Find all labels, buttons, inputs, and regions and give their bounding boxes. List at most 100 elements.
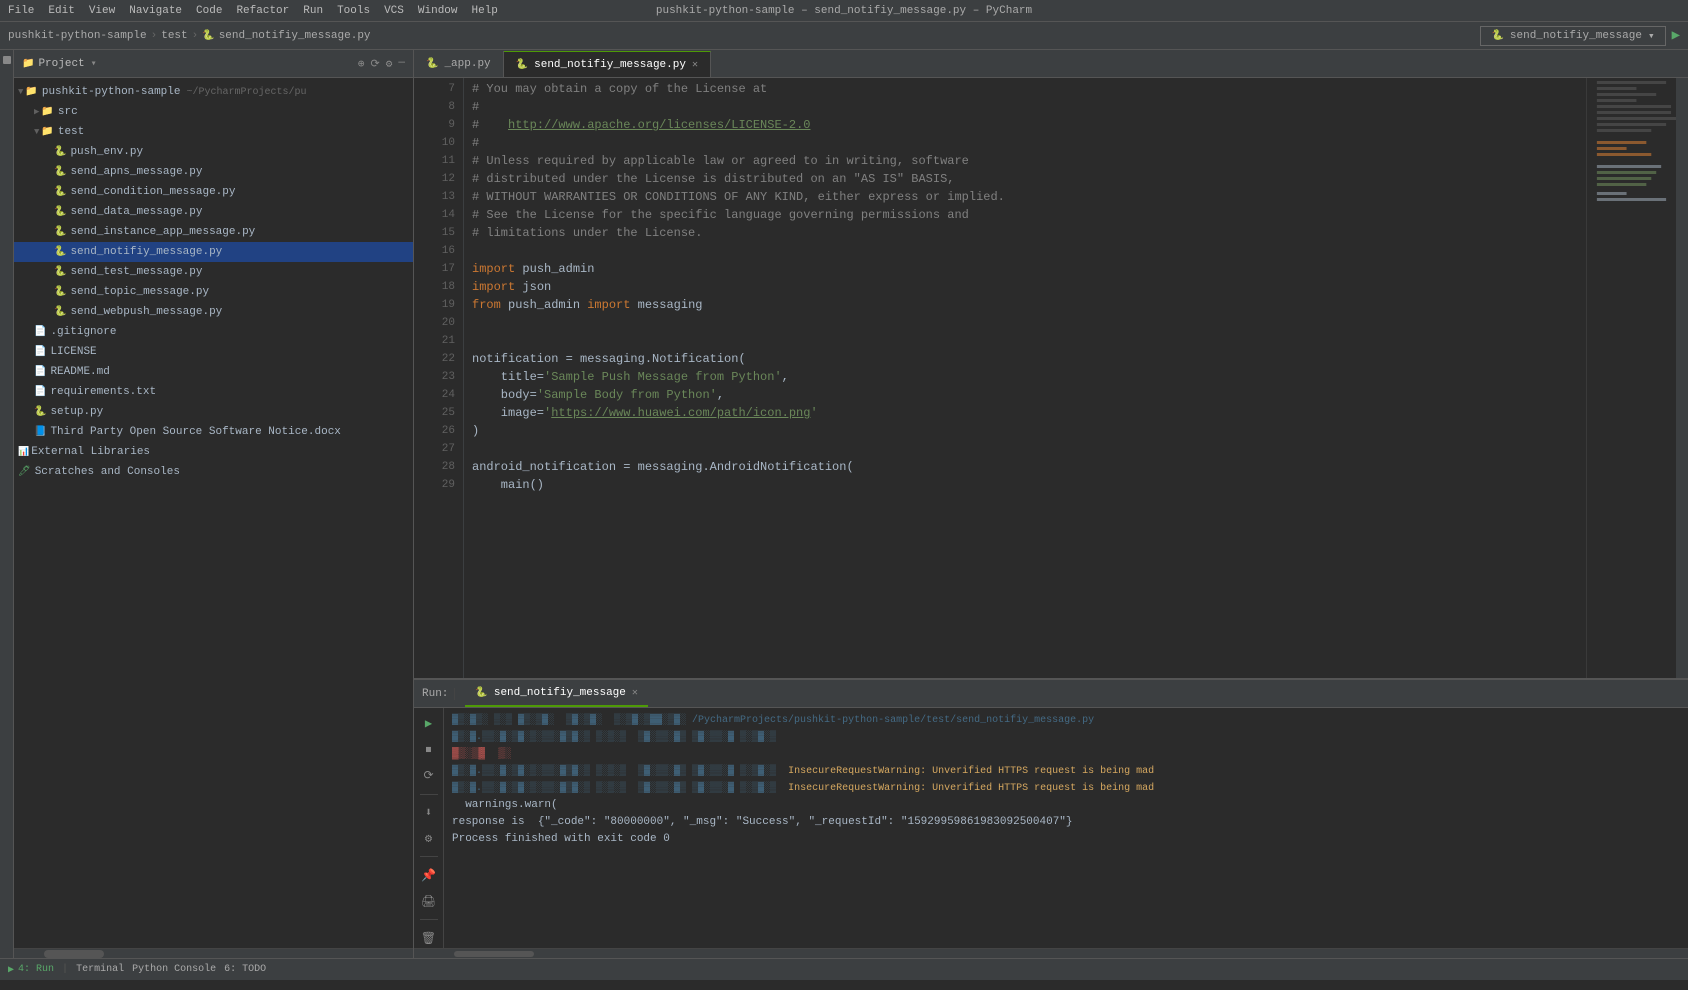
project-dropdown-icon[interactable]: ▾ [91, 58, 97, 70]
req-icon: 📄 [34, 386, 46, 398]
tree-item-external-libs[interactable]: 📊 External Libraries [14, 442, 413, 462]
menu-view[interactable]: View [89, 5, 115, 17]
tab-app-py[interactable]: 🐍 _app.py [414, 51, 504, 77]
status-terminal[interactable]: Terminal [76, 964, 124, 975]
code-content[interactable]: # You may obtain a copy of the License a… [464, 78, 1586, 678]
license-icon: 📄 [34, 346, 46, 358]
list-item[interactable]: 🐍 send_instance_app_message.py [14, 222, 413, 242]
file-tree-content: ▼ 📁 pushkit-python-sample ~/PycharmProje… [14, 78, 413, 948]
bottom-content: ▶ ⏹ ⟳ ⬇ ⚙ 📌 🖨 🗑 ▓▒░▓▒░ ▒░▒ ▓▒░▒▓░ ▒▓░▒▓ [414, 708, 1688, 948]
menu-file[interactable]: File [8, 5, 34, 17]
status-sep: | [62, 964, 68, 975]
menu-bar: File Edit View Navigate Code Refactor Ru… [8, 5, 498, 17]
list-item[interactable]: 🐍 send_apns_message.py [14, 162, 413, 182]
menu-help[interactable]: Help [472, 5, 498, 17]
src-label: src [58, 106, 78, 118]
list-item[interactable]: 🐍 push_env.py [14, 142, 413, 162]
readme-icon: 📄 [34, 366, 46, 378]
minimize-icon[interactable]: — [398, 57, 405, 71]
menu-run[interactable]: Run [303, 5, 323, 17]
run-scroll-end-btn[interactable]: ⬇ [419, 803, 439, 823]
py-icon: 🐍 [54, 166, 66, 178]
tab-send-close[interactable]: ✕ [692, 59, 698, 71]
run-tab-label: send_notifiy_message [494, 687, 626, 699]
editor-vscrollbar[interactable] [1676, 78, 1688, 678]
run-play-btn[interactable]: ▶ [419, 714, 439, 734]
list-item[interactable]: 🐍 send_data_message.py [14, 202, 413, 222]
tree-item-root[interactable]: ▼ 📁 pushkit-python-sample ~/PycharmProje… [14, 82, 413, 102]
menu-navigate[interactable]: Navigate [129, 5, 182, 17]
file-tree-hscrollbar[interactable] [14, 948, 413, 958]
root-label: pushkit-python-sample [42, 86, 181, 98]
run-config-dropdown[interactable]: 🐍 send_notifiy_message ▾ [1480, 26, 1665, 46]
menu-code[interactable]: Code [196, 5, 222, 17]
src-folder-icon: 📁 [41, 106, 53, 118]
status-bar: ▶ 4: Run | Terminal Python Console 6: TO… [0, 958, 1688, 980]
project-label: Project [38, 58, 84, 70]
activity-bar-icon [3, 56, 11, 64]
run-settings-btn[interactable]: ⚙ [419, 829, 439, 849]
settings-icon[interactable]: ⚙ [386, 57, 393, 71]
status-play-button[interactable]: ▶ 4: Run [8, 964, 54, 976]
scratches-icon: 🖊 [18, 466, 31, 478]
run-toolbar-sep3 [420, 919, 438, 920]
menu-window[interactable]: Window [418, 5, 458, 17]
menu-refactor[interactable]: Refactor [236, 5, 289, 17]
menu-vcs[interactable]: VCS [384, 5, 404, 17]
py-icon: 🐍 [54, 306, 66, 318]
run-rerun-btn[interactable]: ⟳ [419, 766, 439, 786]
py-icon: 🐍 [54, 266, 66, 278]
menu-edit[interactable]: Edit [48, 5, 74, 17]
list-item[interactable]: 🐍 send_condition_message.py [14, 182, 413, 202]
list-item[interactable]: 🐍 send_webpush_message.py [14, 302, 413, 322]
editor-tabs: 🐍 _app.py 🐍 send_notifiy_message.py ✕ [414, 50, 1688, 78]
locate-icon[interactable]: ⊕ [358, 57, 365, 71]
tree-item-selected[interactable]: 🐍 send_notifiy_message.py [14, 242, 413, 262]
breadcrumb-file[interactable]: send_notifiy_message.py [219, 30, 371, 42]
list-item[interactable]: 📄 .gitignore [14, 322, 413, 342]
list-item[interactable]: 🐍 send_test_message.py [14, 262, 413, 282]
list-item[interactable]: 📄 README.md [14, 362, 413, 382]
run-trash-btn[interactable]: 🗑 [419, 928, 439, 948]
list-item[interactable]: 📄 requirements.txt [14, 382, 413, 402]
run-toolbar-sep2 [420, 856, 438, 857]
collapse-icon[interactable]: ⟳ [371, 57, 380, 71]
run-pin-btn[interactable]: 📌 [419, 865, 439, 885]
run-label-area: Run: [422, 688, 455, 700]
tree-item-scratches[interactable]: 🖊 Scratches and Consoles [14, 462, 413, 482]
console-output[interactable]: ▓▒░▓▒░ ▒░▒ ▓▒░▒▓░ ▒▓░▒▓░ ▒░▒▓░▒▓▓░▒▓░ /P… [444, 708, 1688, 948]
breadcrumb-file-icon: 🐍 [202, 30, 214, 42]
title-bar: File Edit View Navigate Code Refactor Ru… [0, 0, 1688, 22]
list-item[interactable]: 📘 Third Party Open Source Software Notic… [14, 422, 413, 442]
run-config-run-btn[interactable]: ▶ [1672, 27, 1680, 44]
list-item[interactable]: 🐍 setup.py [14, 402, 413, 422]
status-todo[interactable]: 6: TODO [224, 964, 266, 975]
run-toolbar-sep [420, 794, 438, 795]
py-icon: 🐍 [54, 146, 66, 158]
menu-tools[interactable]: Tools [337, 5, 370, 17]
list-item[interactable]: 🐍 send_topic_message.py [14, 282, 413, 302]
run-stop-btn[interactable]: ⏹ [419, 740, 439, 760]
list-item[interactable]: 📄 LICENSE [14, 342, 413, 362]
run-tab-close[interactable]: ✕ [632, 687, 638, 699]
window-title: pushkit-python-sample – send_notifiy_mes… [656, 5, 1032, 17]
console-scrollbar-thumb [454, 951, 534, 957]
breadcrumb-root[interactable]: pushkit-python-sample [8, 30, 147, 42]
tab-run-output[interactable]: 🐍 send_notifiy_message ✕ [465, 681, 648, 707]
py-icon: 🐍 [54, 186, 66, 198]
console-response: response is {"_code": "80000000", "_msg"… [452, 814, 1680, 831]
list-item: ▓▒░▓.▒▒░▓░▒▓░▒░▒▒░▓▒▓░▒ ▒░▒░▒ ▒▓░▒▒░▓▒ ▒… [452, 763, 1680, 780]
tree-item-test[interactable]: ▼ 📁 test [14, 122, 413, 142]
run-print-btn[interactable]: 🖨 [419, 891, 439, 911]
bottom-panel: Run: 🐍 send_notifiy_message ✕ ▶ ⏹ ⟳ ⬇ [414, 678, 1688, 958]
run-toolbar: ▶ ⏹ ⟳ ⬇ ⚙ 📌 🖨 🗑 [414, 708, 444, 948]
tab-send-notifiy[interactable]: 🐍 send_notifiy_message.py ✕ [504, 51, 711, 77]
project-header-icons: ⊕ ⟳ ⚙ — [358, 57, 405, 71]
status-python-console[interactable]: Python Console [132, 964, 216, 975]
console-hscrollbar[interactable] [414, 948, 1688, 958]
list-item: ▓▒░▒▓ ▒░ [452, 746, 1680, 763]
tree-item-src[interactable]: ▶ 📁 src [14, 102, 413, 122]
breadcrumb-folder[interactable]: test [161, 30, 187, 42]
py-icon: 🐍 [54, 246, 66, 258]
bottom-panel-tabs: Run: 🐍 send_notifiy_message ✕ [414, 680, 1688, 708]
